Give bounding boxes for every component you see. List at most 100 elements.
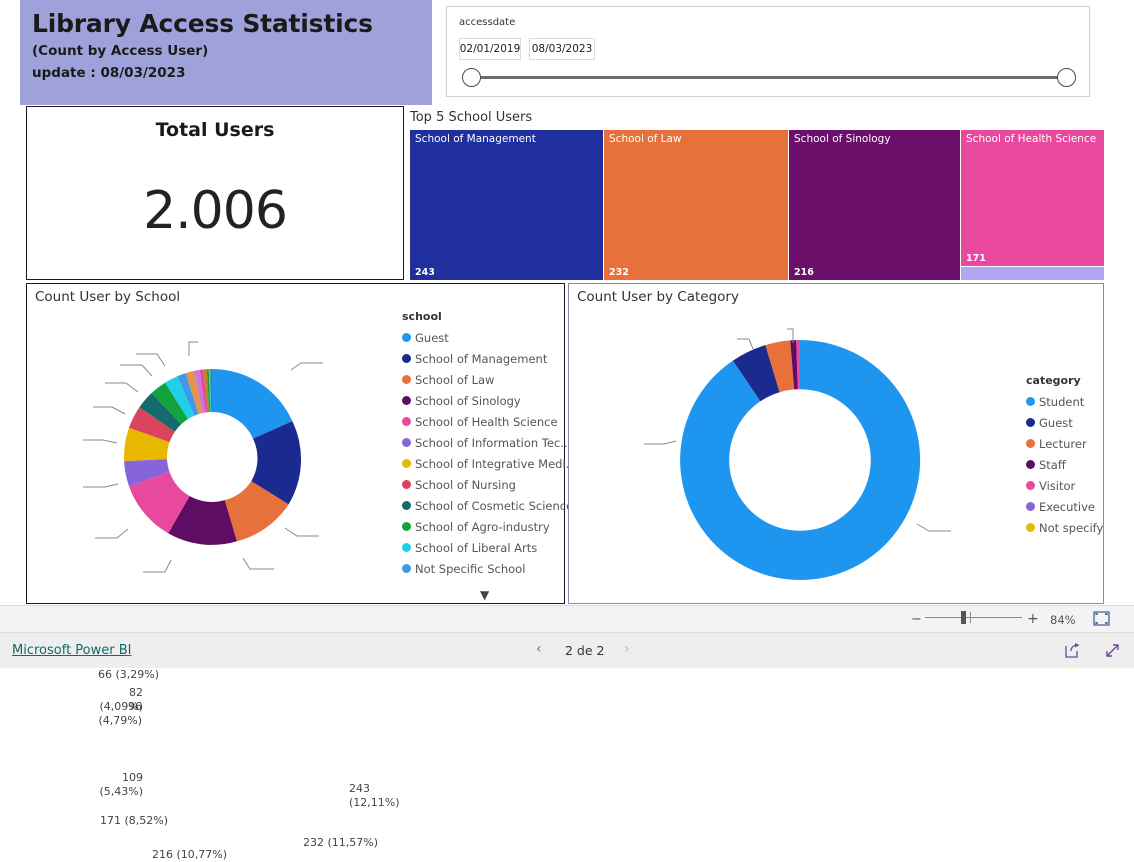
total-users-card[interactable]: Total Users 2.006: [26, 106, 404, 280]
slicer-start-date-input[interactable]: 02/01/2019: [459, 38, 521, 60]
slicer-handle-left[interactable]: [462, 68, 481, 87]
legend-item-label: School of Cosmetic Science: [415, 498, 574, 513]
school-label-sinology: 216 (10,77%): [151, 848, 227, 861]
previous-page-button[interactable]: ‹: [536, 641, 542, 657]
treemap-tile-value: 243: [415, 267, 435, 278]
count-user-by-category-panel[interactable]: Count User by Category 1,34 Mil (66,9%): [568, 283, 1104, 604]
category-donut-chart[interactable]: [571, 310, 1031, 600]
status-bar: Microsoft Power BI ‹ 2 de 2 ›: [0, 632, 1134, 668]
chevron-down-icon[interactable]: ▼: [480, 588, 489, 602]
legend-color-swatch: [1026, 439, 1035, 448]
fullscreen-icon[interactable]: [1104, 642, 1122, 659]
category-legend[interactable]: category Student Guest Lecturer Staff Vi…: [1026, 374, 1103, 538]
legend-item-label: School of Integrative Medi...: [415, 456, 577, 471]
legend-item-executive[interactable]: Executive: [1026, 496, 1103, 517]
treemap-tile-health-science[interactable]: School of Health Science 171: [961, 130, 1104, 266]
legend-color-swatch: [402, 564, 411, 573]
legend-item-student[interactable]: Student: [1026, 391, 1103, 412]
treemap-tile-sinology[interactable]: School of Sinology 216: [789, 130, 960, 280]
legend-item-label: Lecturer: [1039, 436, 1087, 451]
legend-item-sinology[interactable]: School of Sinology: [402, 390, 577, 411]
treemap-tile-value: 171: [966, 253, 986, 264]
school-donut-chart[interactable]: [29, 312, 419, 597]
legend-item-label: Not Specific School: [415, 561, 526, 576]
page-update-date: update : 08/03/2023: [32, 65, 186, 81]
legend-item-nursing[interactable]: School of Nursing: [402, 474, 577, 495]
powerbi-brand-link[interactable]: Microsoft Power BI: [12, 643, 131, 658]
legend-item-health-science[interactable]: School of Health Science: [402, 411, 577, 432]
legend-item-label: School of Nursing: [415, 477, 516, 492]
school-chart-title: Count User by School: [35, 289, 181, 305]
legend-color-swatch: [402, 480, 411, 489]
legend-item-label: Not specify: [1039, 520, 1104, 535]
legend-color-swatch: [1026, 481, 1035, 490]
page-subtitle: (Count by Access User): [32, 43, 209, 59]
slicer-end-date-input[interactable]: 08/03/2023: [529, 38, 595, 60]
legend-item-management[interactable]: School of Management: [402, 348, 577, 369]
legend-color-swatch: [402, 333, 411, 342]
legend-item-label: School of Sinology: [415, 393, 521, 408]
report-canvas: Library Access Statistics (Count by Acce…: [0, 0, 1134, 861]
treemap-tile-value: 232: [609, 267, 629, 278]
legend-item-label: Executive: [1039, 499, 1095, 514]
legend-color-swatch: [1026, 502, 1035, 511]
top5-school-users-treemap[interactable]: Top 5 School Users School of Management …: [405, 106, 1104, 280]
legend-item-guest[interactable]: Guest: [402, 327, 577, 348]
legend-item-label: School of Management: [415, 351, 548, 366]
treemap-tile-label: School of Law: [609, 133, 682, 145]
slicer-track[interactable]: [471, 76, 1067, 79]
treemap-body: School of Management 243 School of Law 2…: [410, 130, 1104, 280]
legend-color-swatch: [1026, 523, 1035, 532]
treemap-tile-label: School of Health Science: [966, 133, 1097, 145]
share-icon[interactable]: [1064, 642, 1082, 659]
zoom-slider-track[interactable]: [925, 617, 1022, 618]
legend-item-visitor[interactable]: Visitor: [1026, 475, 1103, 496]
legend-color-swatch: [1026, 460, 1035, 469]
school-label-cosmetic-science: 66 (3,29%): [97, 668, 159, 681]
legend-item-integrative-medicine[interactable]: School of Integrative Medi...: [402, 453, 577, 474]
legend-item-cosmetic-science[interactable]: School of Cosmetic Science: [402, 495, 577, 516]
school-legend[interactable]: school Guest School of Management School…: [402, 310, 577, 602]
treemap-tile-label: School of Sinology: [794, 133, 891, 145]
next-page-button[interactable]: ›: [624, 641, 630, 657]
fit-to-page-icon[interactable]: [1093, 611, 1110, 626]
legend-item-staff[interactable]: Staff: [1026, 454, 1103, 475]
zoom-slider-tick: [970, 612, 971, 623]
accessdate-slicer[interactable]: accessdate 02/01/2019 08/03/2023: [446, 6, 1090, 97]
legend-color-swatch: [402, 438, 411, 447]
legend-item-lecturer[interactable]: Lecturer: [1026, 433, 1103, 454]
legend-item-law[interactable]: School of Law: [402, 369, 577, 390]
legend-item-label: School of Liberal Arts: [415, 540, 538, 555]
treemap-tile-other[interactable]: [961, 267, 1104, 280]
category-chart-title: Count User by Category: [577, 289, 739, 305]
school-label-nursing: 82 (4,09%): [99, 686, 143, 713]
treemap-title: Top 5 School Users: [410, 110, 533, 125]
legend-color-swatch: [402, 375, 411, 384]
total-users-value: 2.006: [143, 181, 288, 241]
legend-item-liberal-arts[interactable]: School of Liberal Arts: [402, 537, 577, 558]
treemap-tile-law[interactable]: School of Law 232: [604, 130, 788, 280]
legend-item-information-technology[interactable]: School of Information Tec...: [402, 432, 577, 453]
zoom-slider-thumb[interactable]: [961, 611, 966, 624]
category-legend-title: category: [1026, 374, 1081, 387]
treemap-tile-management[interactable]: School of Management 243: [410, 130, 603, 280]
legend-color-swatch: [402, 501, 411, 510]
legend-item-guest[interactable]: Guest: [1026, 412, 1103, 433]
slicer-handle-right[interactable]: [1057, 68, 1076, 87]
legend-color-swatch: [1026, 418, 1035, 427]
legend-color-swatch: [402, 354, 411, 363]
page-indicator: 2 de 2: [565, 643, 605, 658]
legend-item-label: School of Information Tec...: [415, 435, 572, 450]
school-label-management: 243 (12,11%): [349, 782, 400, 809]
zoom-out-button[interactable]: −: [911, 612, 922, 627]
count-user-by-school-panel[interactable]: Count User by School 243 (12,11%) 232 (1…: [26, 283, 577, 861]
legend-item-label: Staff: [1039, 457, 1066, 472]
legend-item-label: School of Agro-industry: [415, 519, 550, 534]
zoom-in-button[interactable]: +: [1027, 611, 1039, 627]
donut-slice-student[interactable]: [680, 339, 921, 580]
legend-item-agro-industry[interactable]: School of Agro-industry: [402, 516, 577, 537]
legend-color-swatch: [402, 459, 411, 468]
legend-color-swatch: [402, 396, 411, 405]
legend-item-not-specific-school[interactable]: Not Specific School: [402, 558, 577, 579]
legend-item-not-specify[interactable]: Not specify: [1026, 517, 1103, 538]
